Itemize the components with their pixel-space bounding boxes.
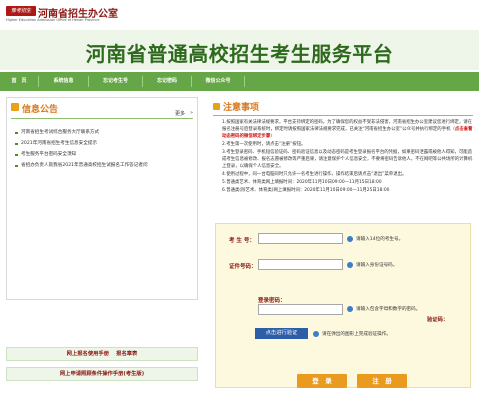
notice-header: 信息公告: [11, 102, 195, 115]
notice-icon: [11, 103, 19, 111]
password-label: 登录密码：: [258, 298, 286, 304]
caution-item: 2.考生第一次使用时，请点击“注册”按钮。: [222, 142, 306, 147]
caution-item: 5.普通类艺术、体育类网上填报时间：2020年11月10日09:00—11月15…: [222, 180, 382, 185]
caution-item: 6.普通类(除艺术、体育类)网上填报时间：2020年11月10日09:00—11…: [222, 188, 390, 193]
nav-home[interactable]: 首 页: [0, 72, 38, 91]
notice-item[interactable]: 河南省招生考试综合服务大厅联系方式: [15, 129, 195, 136]
register-button[interactable]: 注 册: [357, 374, 407, 388]
org-name-en: Higher Education Admission Office of Hen…: [6, 18, 100, 22]
login-button[interactable]: 登 录: [297, 374, 347, 388]
verify-button[interactable]: 点击进行验证: [255, 328, 308, 339]
caution-list: 1.按照国家有关法律法规要求，平台支持绑定的密码，为了确保您的权益不受非法侵害，…: [222, 119, 474, 195]
notice-divider: [11, 118, 193, 119]
notice-panel: 信息公告 更多 » 河南省招生考试综合服务大厅联系方式 2021年河南省招生考生…: [6, 97, 198, 300]
caution-text: ）: [270, 134, 275, 139]
notice-item[interactable]: 省招办负责人就我省2021年普通高校招生试报名工作答记者问: [15, 162, 195, 169]
notice-item[interactable]: 考生服务平台密码安全须知: [15, 151, 195, 158]
notice-title: 信息公告: [22, 105, 59, 115]
id-number-input[interactable]: [258, 259, 343, 270]
caution-header: 注意事项: [213, 100, 473, 114]
id-number-hint: 请输入身份证号码。: [356, 263, 398, 268]
caution-icon: [213, 103, 220, 110]
caution-divider: [213, 115, 473, 116]
top-header: 豫考招生 河南省招生办公室 Higher Education Admission…: [0, 0, 479, 30]
more-link[interactable]: 更多: [175, 110, 185, 117]
org-logo: 豫考招生: [6, 6, 36, 16]
banner-title: 河南省普通高校招生考生服务平台: [85, 42, 394, 66]
info-icon: [347, 306, 353, 312]
caution-item: 4.使用过程中，同一台电脑同时只允许一名考生进行操作，操作结束后请点击“退出”菜…: [222, 172, 407, 177]
banner: 河南省普通高校招生考生服务平台: [0, 30, 479, 70]
manual-link-care-conditions[interactable]: 网上申请照顾条件操作手册(考生版): [6, 367, 198, 381]
nav-divider: [244, 76, 245, 87]
exam-number-hint: 请输入14位的考生号。: [356, 237, 404, 242]
caution-title: 注意事项: [223, 103, 260, 113]
notice-list: 河南省招生考试综合服务大厅联系方式 2021年河南省招生考生信息安全提示 考生服…: [15, 129, 195, 173]
nav-system-info[interactable]: 系统信息: [39, 72, 88, 91]
manual-link-registration[interactable]: 网上报名使用手册 报名章表: [6, 347, 198, 361]
captcha-label: 验证码：: [427, 317, 449, 323]
notice-item[interactable]: 2021年河南省招生考生信息安全提示: [15, 140, 195, 147]
caution-item: 3.考生登录密码、手机短信验证码、密码验证信息以及动态密码是考生登录报名平台的凭…: [222, 150, 473, 169]
info-icon: [347, 236, 353, 242]
exam-number-input[interactable]: [258, 233, 343, 244]
password-input[interactable]: [258, 304, 343, 315]
chevron-right-icon[interactable]: »: [190, 110, 193, 116]
logo-text: 豫考招生: [10, 8, 31, 14]
password-hint: 请输入包含字母和数字的密码。: [356, 307, 421, 312]
info-icon: [313, 331, 319, 337]
id-number-label: 证件号码：: [229, 264, 257, 270]
verify-hint: 请在弹出的图形上完成验证操作。: [322, 332, 391, 337]
nav-forgot-exam-number[interactable]: 忘记考生号: [89, 72, 142, 91]
nav-forgot-password[interactable]: 忘记密码: [143, 72, 191, 91]
login-form: 考 生 号： 请输入14位的考生号。 证件号码： 请输入身份证号码。 登录密码：…: [215, 223, 471, 388]
main-nav: 首 页 系统信息 忘记考生号 忘记密码 微信公众号: [0, 72, 479, 91]
exam-number-label: 考 生 号：: [229, 238, 255, 244]
manual-links: 网上报名使用手册 报名章表 网上申请照顾条件操作手册(考生版): [6, 347, 198, 384]
info-icon: [347, 262, 353, 268]
caution-text: 1.按照国家有关法律法规要求，平台支持绑定的密码，为了确保您的权益不受非法侵害，…: [222, 120, 473, 132]
caution-item: 1.按照国家有关法律法规要求，平台支持绑定的密码，为了确保您的权益不受非法侵害，…: [222, 119, 474, 140]
nav-wechat[interactable]: 微信公众号: [192, 72, 244, 91]
